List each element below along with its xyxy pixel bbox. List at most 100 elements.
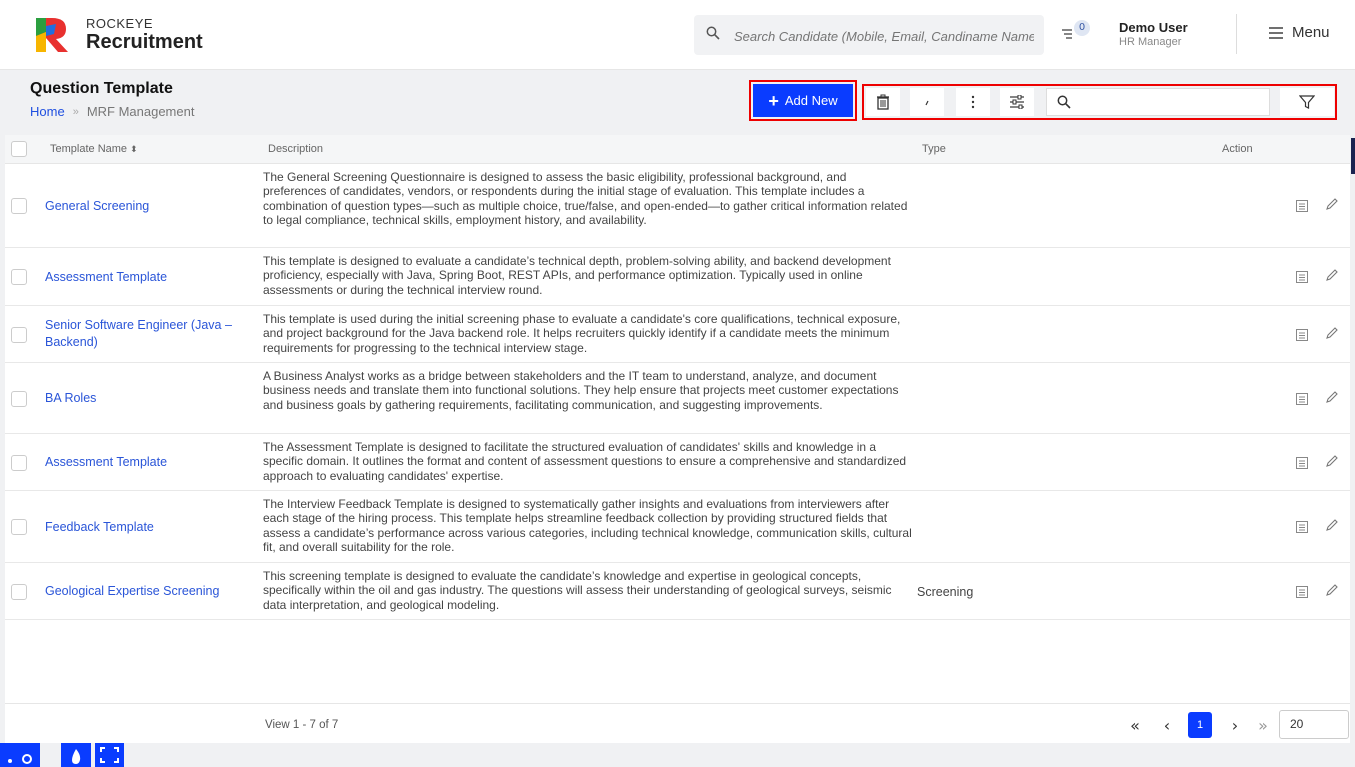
template-description: This template is designed to evaluate a … [263, 254, 891, 297]
edit-icon[interactable] [1325, 518, 1339, 532]
template-name-link[interactable]: General Screening [45, 198, 255, 215]
search-icon [1057, 95, 1071, 109]
menu-label: Menu [1292, 24, 1330, 41]
column-type: Type [922, 143, 946, 155]
table-row: General Screening The General Screening … [5, 164, 1350, 248]
breadcrumb-current: MRF Management [86, 104, 195, 119]
row-checkbox[interactable] [11, 327, 27, 343]
template-name-link[interactable]: Feedback Template [45, 519, 255, 536]
table-search-input[interactable] [1046, 88, 1270, 116]
edit-icon[interactable] [1325, 268, 1339, 282]
row-checkbox[interactable] [11, 455, 27, 471]
table-row: BA Roles A Business Analyst works as a b… [5, 363, 1350, 434]
user-name[interactable]: Demo User [1119, 20, 1188, 35]
view-details-icon[interactable] [1295, 270, 1309, 284]
edit-icon[interactable] [1325, 326, 1339, 340]
templates-table: Template Name ⬍ Description Type Action … [5, 135, 1350, 740]
dock-fullscreen-button[interactable] [95, 743, 124, 767]
table-row: Geological Expertise Screening This scre… [5, 563, 1350, 620]
last-page-button[interactable]: » [1251, 712, 1275, 738]
table-row: Assessment Template This template is des… [5, 248, 1350, 306]
page-title: Question Template [30, 80, 173, 97]
template-description: A Business Analyst works as a bridge bet… [263, 369, 899, 412]
user-role: HR Manager [1119, 36, 1182, 48]
fullscreen-icon [100, 747, 119, 763]
export-button[interactable] [910, 88, 944, 116]
template-name-link[interactable]: BA Roles [45, 390, 255, 407]
dock-settings-button[interactable] [0, 743, 40, 767]
breadcrumb-separator-icon: » [72, 105, 79, 118]
candidate-search-input[interactable] [734, 25, 1034, 47]
rockeye-logo[interactable] [32, 12, 72, 54]
table-header: Template Name ⬍ Description Type Action [5, 135, 1350, 164]
column-action: Action [1222, 143, 1253, 155]
row-checkbox[interactable] [11, 519, 27, 535]
menu-button[interactable]: Menu [1268, 24, 1330, 41]
top-bar: ROCKEYE Recruitment 0 Demo User HR Manag… [0, 0, 1355, 70]
fire-icon [72, 749, 81, 764]
row-checkbox[interactable] [11, 269, 27, 285]
next-page-button[interactable]: › [1223, 712, 1247, 738]
view-details-icon[interactable] [1295, 456, 1309, 470]
filter-button[interactable] [1280, 88, 1334, 116]
template-description: The Assessment Template is designed to f… [263, 440, 907, 483]
add-new-highlight: + Add New [749, 80, 857, 121]
edit-icon[interactable] [1325, 390, 1339, 404]
more-vertical-icon [971, 95, 975, 109]
search-icon [706, 26, 720, 40]
table-row: Assessment Template The Assessment Templ… [5, 434, 1350, 491]
view-details-icon[interactable] [1295, 585, 1309, 599]
prev-page-button[interactable]: ‹ [1155, 712, 1179, 738]
view-details-icon[interactable] [1295, 328, 1309, 342]
table-toolbar [862, 84, 1337, 120]
edit-icon[interactable] [1325, 197, 1339, 211]
template-name-link[interactable]: Senior Software Engineer (Java – Backend… [45, 317, 255, 351]
gear-icon [8, 754, 32, 764]
view-details-icon[interactable] [1295, 392, 1309, 406]
hamburger-icon [1269, 26, 1283, 39]
select-all-checkbox[interactable] [11, 141, 27, 157]
template-description: The Interview Feedback Template is desig… [263, 497, 912, 554]
notification-button[interactable]: 0 [1060, 20, 1090, 46]
template-name-link[interactable]: Assessment Template [45, 454, 255, 471]
brand-subtitle: ROCKEYE [86, 16, 154, 31]
view-details-icon[interactable] [1295, 520, 1309, 534]
more-options-button[interactable] [956, 88, 990, 116]
filter-icon [1299, 95, 1315, 109]
template-name-link[interactable]: Assessment Template [45, 269, 255, 286]
column-template-name[interactable]: Template Name ⬍ [50, 143, 138, 155]
header-divider [1236, 14, 1237, 54]
add-new-button[interactable]: + Add New [753, 84, 853, 117]
delete-button[interactable] [866, 88, 900, 116]
pagination-bar: View 1 - 7 of 7 « ‹ 1 › » 20 [5, 703, 1350, 743]
table-row: Feedback Template The Interview Feedback… [5, 491, 1350, 563]
table-row: Senior Software Engineer (Java – Backend… [5, 306, 1350, 363]
sliders-icon [1010, 95, 1024, 109]
side-panel-tab[interactable] [1351, 138, 1355, 174]
dock-fire-button[interactable] [61, 743, 91, 767]
row-checkbox[interactable] [11, 584, 27, 600]
page-size-select[interactable]: 20 [1279, 710, 1349, 739]
brand-title: Recruitment [86, 31, 203, 53]
row-checkbox[interactable] [11, 198, 27, 214]
view-details-icon[interactable] [1295, 199, 1309, 213]
row-checkbox[interactable] [11, 391, 27, 407]
notification-badge: 0 [1074, 20, 1090, 36]
plus-icon: + [768, 90, 779, 111]
edit-icon[interactable] [1325, 583, 1339, 597]
template-type: Screening [917, 585, 974, 599]
breadcrumb-home-link[interactable]: Home [30, 104, 65, 119]
edit-icon[interactable] [1325, 454, 1339, 468]
breadcrumb: Home » MRF Management [30, 104, 194, 119]
template-description: This screening template is designed to e… [263, 569, 892, 612]
template-name-link[interactable]: Geological Expertise Screening [45, 583, 255, 600]
page-number-button[interactable]: 1 [1188, 712, 1212, 738]
candidate-search[interactable] [694, 15, 1044, 55]
trash-icon [877, 94, 889, 110]
add-new-label: Add New [784, 93, 838, 108]
template-description: The General Screening Questionnaire is d… [263, 170, 908, 227]
column-settings-button[interactable] [1000, 88, 1034, 116]
first-page-button[interactable]: « [1123, 712, 1147, 738]
column-description: Description [268, 143, 324, 155]
comma-icon [925, 100, 929, 106]
